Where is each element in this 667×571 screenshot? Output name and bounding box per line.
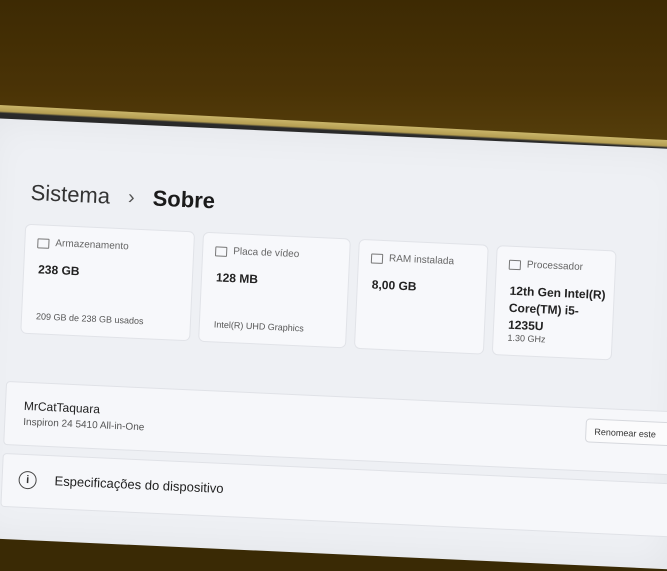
card-processor[interactable]: Processador 12th Gen Intel(R) Core(TM) i…	[491, 245, 617, 361]
breadcrumb-sistema[interactable]: Sistema	[30, 180, 111, 210]
card-ram[interactable]: RAM instalada 8,00 GB	[353, 238, 489, 355]
card-processor-value: 12th Gen Intel(R) Core(TM) i5-1235U	[507, 283, 606, 334]
breadcrumb: Sistema › Sobre	[30, 180, 216, 214]
card-ram-label: RAM instalada	[388, 253, 455, 268]
card-storage-detail: 209 GB de 238 GB usados	[35, 311, 144, 327]
card-storage-label: Armazenamento	[55, 238, 129, 253]
card-processor-label: Processador	[526, 259, 584, 274]
storage-icon	[37, 237, 50, 249]
card-gpu[interactable]: Placa de vídeo 128 MB Intel(R) UHD Graph…	[198, 231, 351, 349]
processor-icon	[508, 259, 522, 270]
card-ram-value: 8,00 GB	[371, 277, 417, 294]
ram-icon	[370, 252, 384, 264]
display-adapter-icon	[214, 245, 228, 257]
rename-button[interactable]: Renomear este	[584, 418, 667, 447]
device-model: Inspiron 24 5410 All-in-One	[22, 416, 145, 434]
device-name: MrCatTaquara	[23, 398, 101, 417]
card-gpu-label: Placa de vídeo	[232, 246, 300, 261]
page-title: Sobre	[152, 185, 216, 214]
info-icon: i	[18, 470, 38, 490]
settings-screen: Sistema › Sobre Armazenamento 238 GB 209…	[0, 118, 667, 570]
card-storage-value: 238 GB	[37, 262, 80, 279]
device-specs-label: Especificações do dispositivo	[54, 473, 224, 496]
card-processor-detail: 1.30 GHz	[507, 332, 546, 345]
chevron-right-icon: ›	[127, 185, 136, 209]
card-gpu-detail: Intel(R) UHD Graphics	[213, 319, 305, 334]
card-storage[interactable]: Armazenamento 238 GB 209 GB de 238 GB us…	[20, 223, 196, 342]
card-gpu-value: 128 MB	[215, 270, 259, 287]
